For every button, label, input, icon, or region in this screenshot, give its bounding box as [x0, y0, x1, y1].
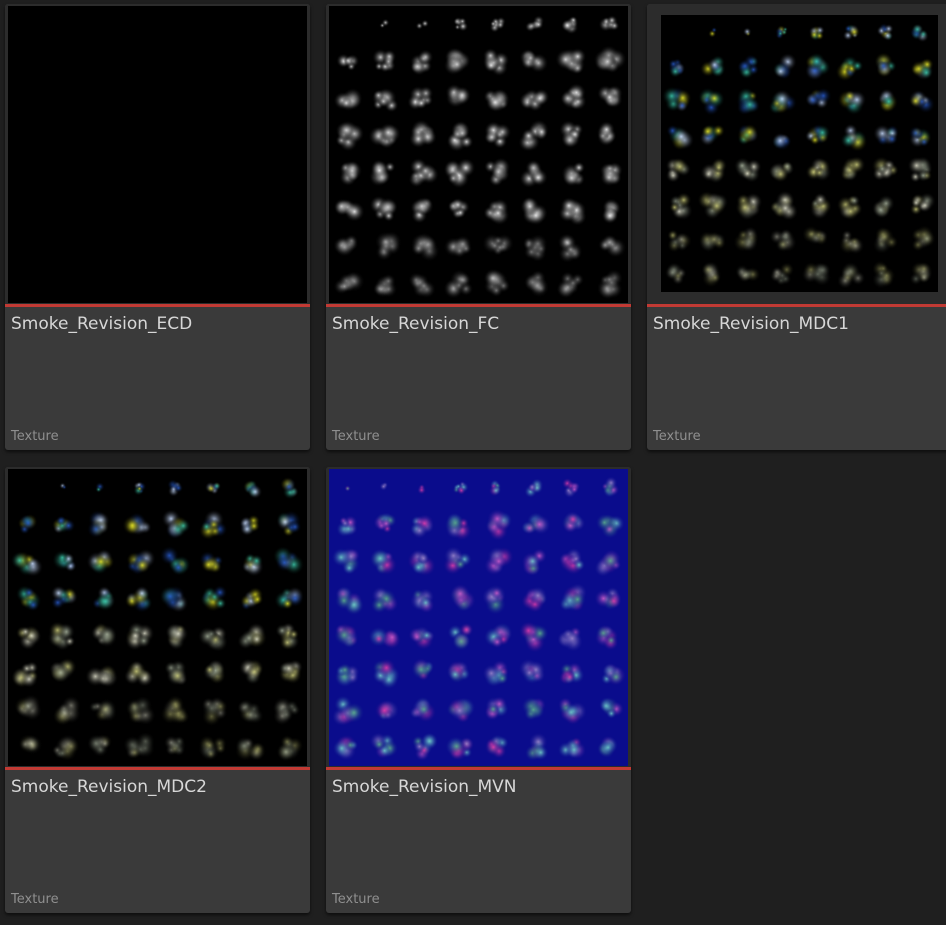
asset-type-label: Texture — [11, 892, 59, 907]
texture-thumbnail — [5, 4, 310, 304]
asset-tile-smoke-revision-mdc2[interactable]: Smoke_Revision_MDC2 Texture — [5, 467, 310, 913]
asset-tile-smoke-revision-ecd[interactable]: Smoke_Revision_ECD Texture — [5, 4, 310, 450]
asset-type-label: Texture — [332, 892, 380, 907]
asset-name: Smoke_Revision_MVN — [332, 777, 517, 797]
asset-name: Smoke_Revision_MDC2 — [11, 777, 207, 797]
texture-thumbnail — [5, 467, 310, 767]
thumbnail-image — [8, 6, 307, 303]
thumbnail-image — [329, 469, 628, 766]
thumbnail-image — [8, 469, 307, 766]
asset-type-label: Texture — [332, 429, 380, 444]
asset-type-color-bar — [647, 304, 946, 307]
asset-type-color-bar — [5, 767, 310, 770]
asset-name: Smoke_Revision_FC — [332, 314, 500, 334]
asset-type-color-bar — [326, 767, 631, 770]
thumbnail-image — [329, 6, 628, 303]
texture-thumbnail — [326, 467, 631, 767]
asset-name: Smoke_Revision_MDC1 — [653, 314, 849, 334]
asset-type-color-bar — [326, 304, 631, 307]
asset-tile-smoke-revision-mvn[interactable]: Smoke_Revision_MVN Texture — [326, 467, 631, 913]
asset-tile-smoke-revision-mdc1[interactable]: Smoke_Revision_MDC1 Texture — [647, 4, 946, 450]
texture-thumbnail — [326, 4, 631, 304]
asset-tile-smoke-revision-fc[interactable]: Smoke_Revision_FC Texture — [326, 4, 631, 450]
texture-thumbnail — [647, 4, 946, 304]
asset-type-label: Texture — [11, 429, 59, 444]
asset-name: Smoke_Revision_ECD — [11, 314, 193, 334]
asset-type-color-bar — [5, 304, 310, 307]
asset-type-label: Texture — [653, 429, 701, 444]
thumbnail-image — [661, 15, 938, 292]
